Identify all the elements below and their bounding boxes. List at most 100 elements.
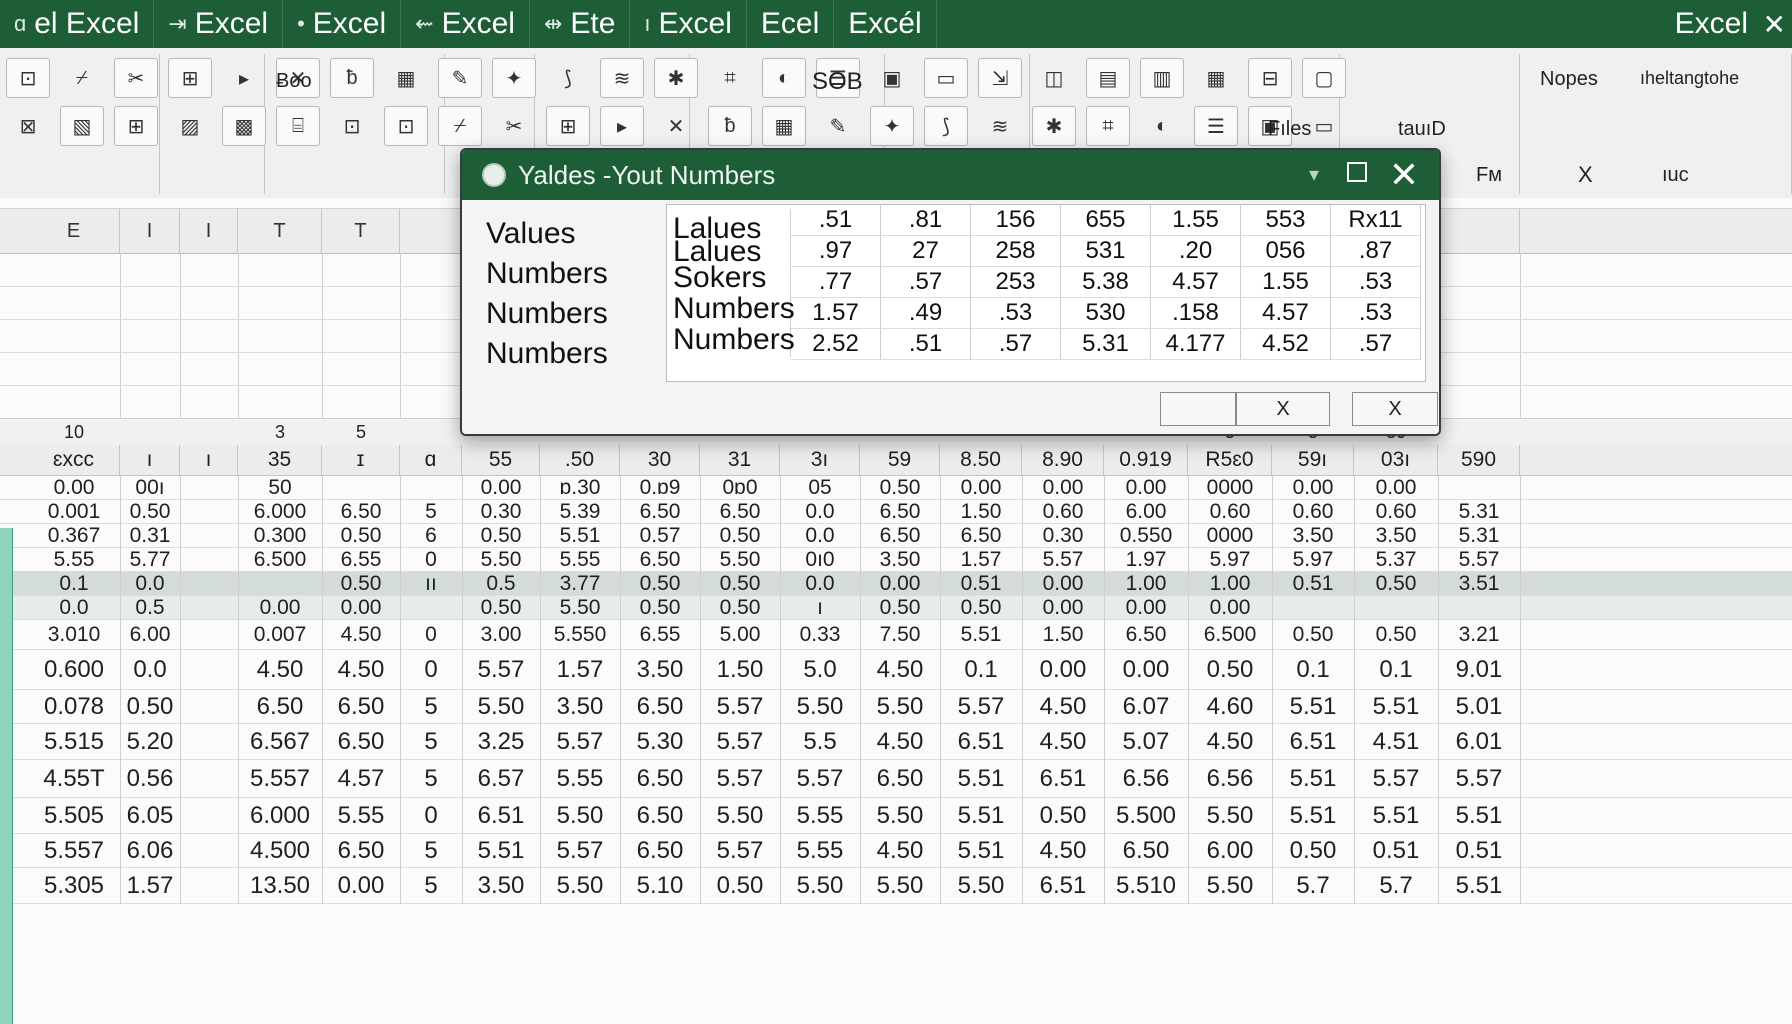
ribbon-tool-icon[interactable]: ⟆ xyxy=(546,58,590,98)
table-cell[interactable]: 0.001 xyxy=(28,500,120,524)
table-cell[interactable]: 0.50 xyxy=(620,596,700,620)
table-cell[interactable] xyxy=(180,476,238,500)
table-cell[interactable]: 3.77 xyxy=(540,572,620,596)
table-cell[interactable]: 0.50 xyxy=(322,524,400,548)
table-cell[interactable]: 4.50 xyxy=(1022,834,1104,868)
table-cell[interactable]: 5.57 xyxy=(700,690,780,724)
table-cell[interactable]: 1.57 xyxy=(120,868,180,904)
table-cell[interactable] xyxy=(1438,476,1520,500)
table-cell[interactable]: 5.51 xyxy=(1272,760,1354,798)
ribbon-tool-icon[interactable]: ☰ xyxy=(1194,106,1238,146)
dialog-blank-button[interactable] xyxy=(1160,392,1236,426)
table-cell[interactable] xyxy=(180,834,238,868)
table-cell[interactable]: 4.50 xyxy=(860,650,940,690)
dialog-table-cell[interactable]: 655 xyxy=(1061,205,1151,236)
table-cell[interactable] xyxy=(180,798,238,834)
dialog-close-x-button[interactable]: X xyxy=(1352,392,1438,426)
dialog-table-cell[interactable]: .57 xyxy=(881,267,971,298)
ribbon-tool-icon[interactable]: ⊟ xyxy=(1248,58,1292,98)
table-cell[interactable]: 1.50 xyxy=(940,500,1022,524)
table-cell[interactable]: 5 xyxy=(400,500,462,524)
dialog-table-cell[interactable]: Rx11 xyxy=(1331,205,1421,236)
column-header[interactable]: E xyxy=(28,209,120,253)
dialog-close-x-button[interactable]: X xyxy=(1236,392,1330,426)
table-cell[interactable]: 6.51 xyxy=(1022,760,1104,798)
table-cell[interactable]: 5 xyxy=(400,834,462,868)
table-cell[interactable]: 5.50 xyxy=(860,868,940,904)
header-value-cell[interactable]: 0.919 xyxy=(1104,445,1188,475)
column-header[interactable] xyxy=(1438,209,1520,253)
table-cell[interactable]: 3.51 xyxy=(1438,572,1520,596)
table-cell[interactable]: 0.30 xyxy=(462,500,540,524)
table-cell[interactable]: 6.50 xyxy=(620,834,700,868)
table-cell[interactable]: 5.50 xyxy=(462,548,540,572)
table-cell[interactable] xyxy=(238,572,322,596)
table-cell[interactable]: 5.55 xyxy=(780,834,860,868)
table-cell[interactable]: 0.50 xyxy=(1188,650,1272,690)
table-cell[interactable]: 0.0 xyxy=(120,572,180,596)
table-cell[interactable]: 7.50 xyxy=(860,620,940,650)
table-cell[interactable]: 3.00 xyxy=(462,620,540,650)
ribbon-tool-icon[interactable]: ≋ xyxy=(600,58,644,98)
table-cell[interactable]: 6 xyxy=(400,524,462,548)
table-cell[interactable]: 0.57 xyxy=(620,524,700,548)
table-cell[interactable]: 0ı0 xyxy=(780,548,860,572)
dialog-table-cell[interactable]: .87 xyxy=(1331,236,1421,267)
table-cell[interactable]: 05 xyxy=(780,476,860,500)
ribbon-tool-icon[interactable]: ⊞ xyxy=(168,58,212,98)
table-cell[interactable]: 0.0 xyxy=(780,572,860,596)
ribbon-tool-icon[interactable]: ◐ xyxy=(1140,106,1184,146)
table-cell[interactable]: 0.50 xyxy=(700,596,780,620)
table-cell[interactable]: 5.50 xyxy=(462,690,540,724)
table-cell[interactable]: 0.50 xyxy=(620,572,700,596)
dialog-table-cell[interactable]: 1.55 xyxy=(1151,205,1241,236)
table-cell[interactable]: 00ı xyxy=(120,476,180,500)
ribbon-tool-icon[interactable]: ⊠ xyxy=(6,106,50,146)
column-header[interactable]: I xyxy=(120,209,180,253)
table-cell[interactable]: 6.57 xyxy=(462,760,540,798)
ribbon-tool-icon[interactable]: ▦ xyxy=(1194,58,1238,98)
column-header[interactable]: T xyxy=(238,209,322,253)
table-cell[interactable]: 0.0 xyxy=(28,596,120,620)
table-cell[interactable]: 0.00 xyxy=(1188,596,1272,620)
table-cell[interactable]: 5.50 xyxy=(1188,798,1272,834)
table-cell[interactable]: 5.57 xyxy=(1438,760,1520,798)
table-cell[interactable]: 4.50 xyxy=(322,620,400,650)
table-cell[interactable]: 0.00 xyxy=(28,476,120,500)
ribbon-tool-icon[interactable]: ⌗ xyxy=(708,58,752,98)
table-cell[interactable] xyxy=(180,760,238,798)
table-cell[interactable]: 4.60 xyxy=(1188,690,1272,724)
dialog-table-cell[interactable]: .77 xyxy=(791,267,881,298)
table-cell[interactable]: 6.01 xyxy=(1438,724,1520,760)
ribbon-tool-icon[interactable]: ≋ xyxy=(978,106,1022,146)
table-cell[interactable]: 0.50 xyxy=(700,868,780,904)
table-cell[interactable]: 5.5 xyxy=(780,724,860,760)
ribbon-tool-icon[interactable]: ✎ xyxy=(816,106,860,146)
table-cell[interactable]: 0.ɒ9 xyxy=(620,476,700,500)
table-cell[interactable]: 5.31 xyxy=(1438,524,1520,548)
table-cell[interactable]: 3.010 xyxy=(28,620,120,650)
table-cell[interactable]: 5.51 xyxy=(1354,690,1438,724)
window-tab[interactable]: Ecel xyxy=(747,0,835,48)
table-cell[interactable]: 3.21 xyxy=(1438,620,1520,650)
table-cell[interactable]: 0000 xyxy=(1188,476,1272,500)
table-cell[interactable]: 5.57 xyxy=(462,650,540,690)
table-cell[interactable] xyxy=(180,690,238,724)
table-cell[interactable] xyxy=(180,650,238,690)
table-cell[interactable]: 0.00 xyxy=(1022,476,1104,500)
table-cell[interactable]: 6.07 xyxy=(1104,690,1188,724)
table-cell[interactable]: 0.1 xyxy=(940,650,1022,690)
table-cell[interactable]: 5.57 xyxy=(700,834,780,868)
table-cell[interactable]: 0.00 xyxy=(860,572,940,596)
header-value-cell[interactable]: ı xyxy=(120,445,180,475)
table-cell[interactable]: 5.57 xyxy=(1354,760,1438,798)
table-cell[interactable]: 6.500 xyxy=(1188,620,1272,650)
table-cell[interactable]: 6.00 xyxy=(1104,500,1188,524)
table-cell[interactable]: 0.50 xyxy=(700,572,780,596)
table-cell[interactable]: 5 xyxy=(400,690,462,724)
table-cell[interactable]: 5.557 xyxy=(28,834,120,868)
table-cell[interactable]: 5.7 xyxy=(1272,868,1354,904)
table-cell[interactable]: 6.50 xyxy=(620,690,700,724)
table-cell[interactable]: 0.60 xyxy=(1022,500,1104,524)
dialog-table-cell[interactable]: 4.52 xyxy=(1241,329,1331,360)
